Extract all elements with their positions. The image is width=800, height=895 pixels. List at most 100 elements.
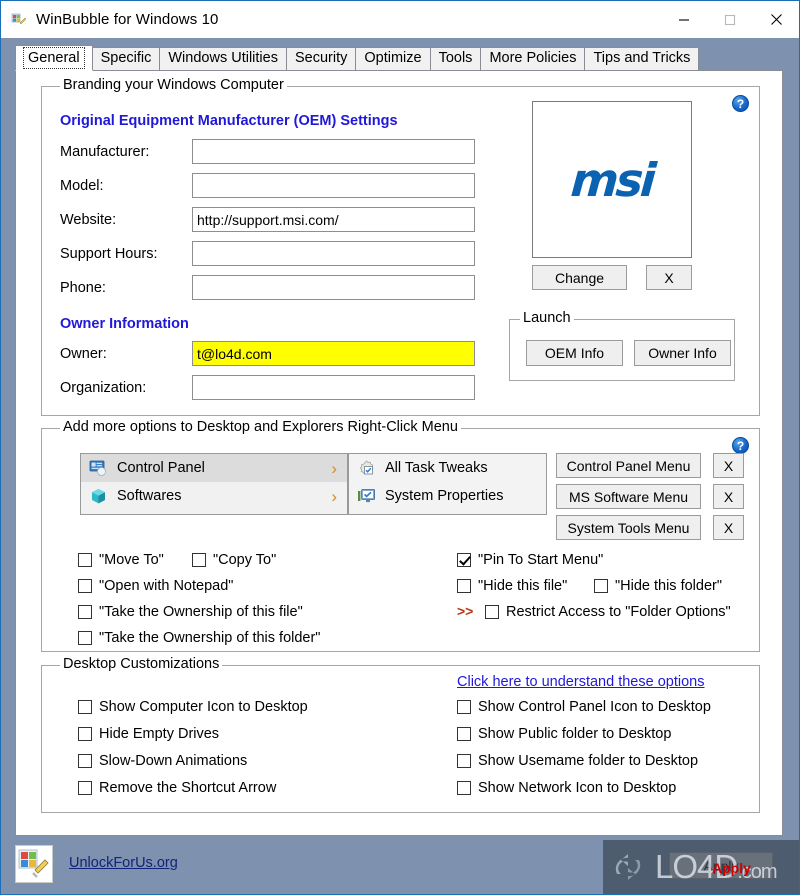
phone-input[interactable] xyxy=(192,275,475,300)
checkbox-label: Show Usemame folder to Desktop xyxy=(478,753,699,769)
checkbox-restrict-folder-options[interactable]: Restrict Access to "Folder Options" xyxy=(485,604,731,620)
remove-logo-button[interactable]: X xyxy=(646,265,692,290)
context-menu-list-left[interactable]: Control Panel › Softwares › xyxy=(80,453,348,515)
checkbox-label: "Hide this folder" xyxy=(615,578,723,594)
tab-tips-and-tricks[interactable]: Tips and Tricks xyxy=(584,47,700,70)
list-item[interactable]: Control Panel › xyxy=(81,454,347,482)
checkbox-pin-to-start-menu[interactable]: "Pin To Start Menu" xyxy=(457,552,603,568)
checkbox-label: "Copy To" xyxy=(213,552,277,568)
help-icon[interactable]: ? xyxy=(732,95,749,112)
checkbox-box[interactable] xyxy=(78,579,92,593)
owner-input[interactable] xyxy=(192,341,475,366)
checkbox-remove-shortcut-arrow[interactable]: Remove the Shortcut Arrow xyxy=(78,780,276,796)
checkbox-slow-down-animations[interactable]: Slow-Down Animations xyxy=(78,753,247,769)
oem-settings-heading: Original Equipment Manufacturer (OEM) Se… xyxy=(60,113,398,129)
checkbox-hide-empty-drives[interactable]: Hide Empty Drives xyxy=(78,726,219,742)
understand-options-link[interactable]: Click here to understand these options xyxy=(457,674,704,690)
tab-optimize[interactable]: Optimize xyxy=(355,47,431,70)
close-button[interactable] xyxy=(753,1,799,38)
tab-more-policies[interactable]: More Policies xyxy=(480,47,586,70)
system-tools-menu-remove-button[interactable]: X xyxy=(713,515,744,540)
checkbox-box[interactable] xyxy=(78,781,92,795)
help-icon[interactable]: ? xyxy=(732,437,749,454)
checkbox-box[interactable] xyxy=(457,727,471,741)
ms-software-menu-button[interactable]: MS Software Menu xyxy=(556,484,701,509)
unlockforus-link[interactable]: UnlockForUs.org xyxy=(69,855,178,871)
owner-info-button[interactable]: Owner Info xyxy=(634,340,731,366)
list-item[interactable]: System Tools › xyxy=(81,510,347,514)
support-hours-input[interactable] xyxy=(192,241,475,266)
checkbox-box[interactable] xyxy=(78,553,92,567)
checkbox-box[interactable] xyxy=(78,727,92,741)
checkbox-copy-to[interactable]: "Copy To" xyxy=(192,552,276,568)
website-input[interactable] xyxy=(192,207,475,232)
change-logo-button[interactable]: Change xyxy=(532,265,627,290)
manufacturer-input[interactable] xyxy=(192,139,475,164)
checkbox-label: Hide Empty Drives xyxy=(99,726,220,742)
checkbox-open-with-notepad[interactable]: "Open with Notepad" xyxy=(78,578,233,594)
checkbox-show-network-icon[interactable]: Show Network Icon to Desktop xyxy=(457,780,676,796)
rightclick-group-title: Add more options to Desktop and Explorer… xyxy=(60,419,461,435)
ms-software-menu-remove-button[interactable]: X xyxy=(713,484,744,509)
organization-input[interactable] xyxy=(192,375,475,400)
tab-tools[interactable]: Tools xyxy=(429,47,482,70)
maximize-button[interactable] xyxy=(707,1,753,38)
software-cube-icon xyxy=(89,487,108,506)
checkbox-box[interactable] xyxy=(78,754,92,768)
owner-label: Owner: xyxy=(60,346,107,362)
list-item[interactable]: Softwares › xyxy=(81,482,347,510)
checkbox-move-to[interactable]: "Move To" xyxy=(78,552,164,568)
checkbox-label: "Hide this file" xyxy=(478,578,568,594)
checkbox-show-computer-icon[interactable]: Show Computer Icon to Desktop xyxy=(78,699,308,715)
list-item[interactable]: System Properties xyxy=(349,482,546,510)
tab-general[interactable]: General xyxy=(15,45,93,71)
checkbox-box[interactable] xyxy=(78,631,92,645)
checkbox-box[interactable] xyxy=(78,605,92,619)
checkbox-show-username-folder[interactable]: Show Usemame folder to Desktop xyxy=(457,753,698,769)
programs-features-icon xyxy=(357,515,376,516)
checkbox-label: "Open with Notepad" xyxy=(99,578,234,594)
control-panel-menu-button[interactable]: Control Panel Menu xyxy=(556,453,701,478)
checkbox-box[interactable] xyxy=(457,579,471,593)
checkbox-box[interactable] xyxy=(78,700,92,714)
apply-button[interactable]: Apply xyxy=(669,852,773,879)
chevron-right-icon: › xyxy=(331,458,337,478)
oem-logo-preview: msi xyxy=(532,101,692,258)
checkbox-hide-this-folder[interactable]: "Hide this folder" xyxy=(594,578,722,594)
checkbox-label: Slow-Down Animations xyxy=(99,753,248,769)
list-item[interactable]: Programs and Featu xyxy=(349,510,546,516)
launch-group-title: Launch xyxy=(520,310,574,326)
model-input[interactable] xyxy=(192,173,475,198)
checkbox-box[interactable] xyxy=(457,553,471,567)
tab-security[interactable]: Security xyxy=(285,47,357,70)
tab-windows-utilities[interactable]: Windows Utilities xyxy=(159,47,287,70)
control-panel-menu-remove-button[interactable]: X xyxy=(713,453,744,478)
checkbox-show-control-panel-icon[interactable]: Show Control Panel Icon to Desktop xyxy=(457,699,711,715)
application-window: WinBubble for Windows 10 General Specifi… xyxy=(0,0,800,895)
control-panel-icon xyxy=(89,459,108,478)
checkbox-box[interactable] xyxy=(457,754,471,768)
checkbox-box[interactable] xyxy=(457,700,471,714)
checkbox-box[interactable] xyxy=(192,553,206,567)
context-menu-list-right[interactable]: All Task Tweaks System Properties xyxy=(348,453,547,515)
checkbox-hide-this-file[interactable]: "Hide this file" xyxy=(457,578,567,594)
system-tools-menu-button[interactable]: System Tools Menu xyxy=(556,515,701,540)
caption-buttons xyxy=(661,1,799,38)
checkbox-take-ownership-folder[interactable]: "Take the Ownership of this folder" xyxy=(78,630,320,646)
checkbox-show-public-folder[interactable]: Show Public folder to Desktop xyxy=(457,726,671,742)
checkbox-label: Show Computer Icon to Desktop xyxy=(99,699,308,715)
title-bar: WinBubble for Windows 10 xyxy=(1,1,799,38)
checkbox-take-ownership-file[interactable]: "Take the Ownership of this file" xyxy=(78,604,303,620)
organization-label: Organization: xyxy=(60,380,147,396)
manufacturer-label: Manufacturer: xyxy=(60,144,150,160)
list-item[interactable]: All Task Tweaks xyxy=(349,454,546,482)
minimize-button[interactable] xyxy=(661,1,707,38)
checkbox-box[interactable] xyxy=(594,579,608,593)
checkbox-label: Show Control Panel Icon to Desktop xyxy=(478,699,711,715)
checkbox-label: "Pin To Start Menu" xyxy=(478,552,604,568)
checkbox-box[interactable] xyxy=(457,781,471,795)
checkbox-box[interactable] xyxy=(485,605,499,619)
launch-group: Launch OEM Info Owner Info xyxy=(509,310,735,381)
oem-info-button[interactable]: OEM Info xyxy=(526,340,623,366)
tab-specific[interactable]: Specific xyxy=(91,47,161,70)
